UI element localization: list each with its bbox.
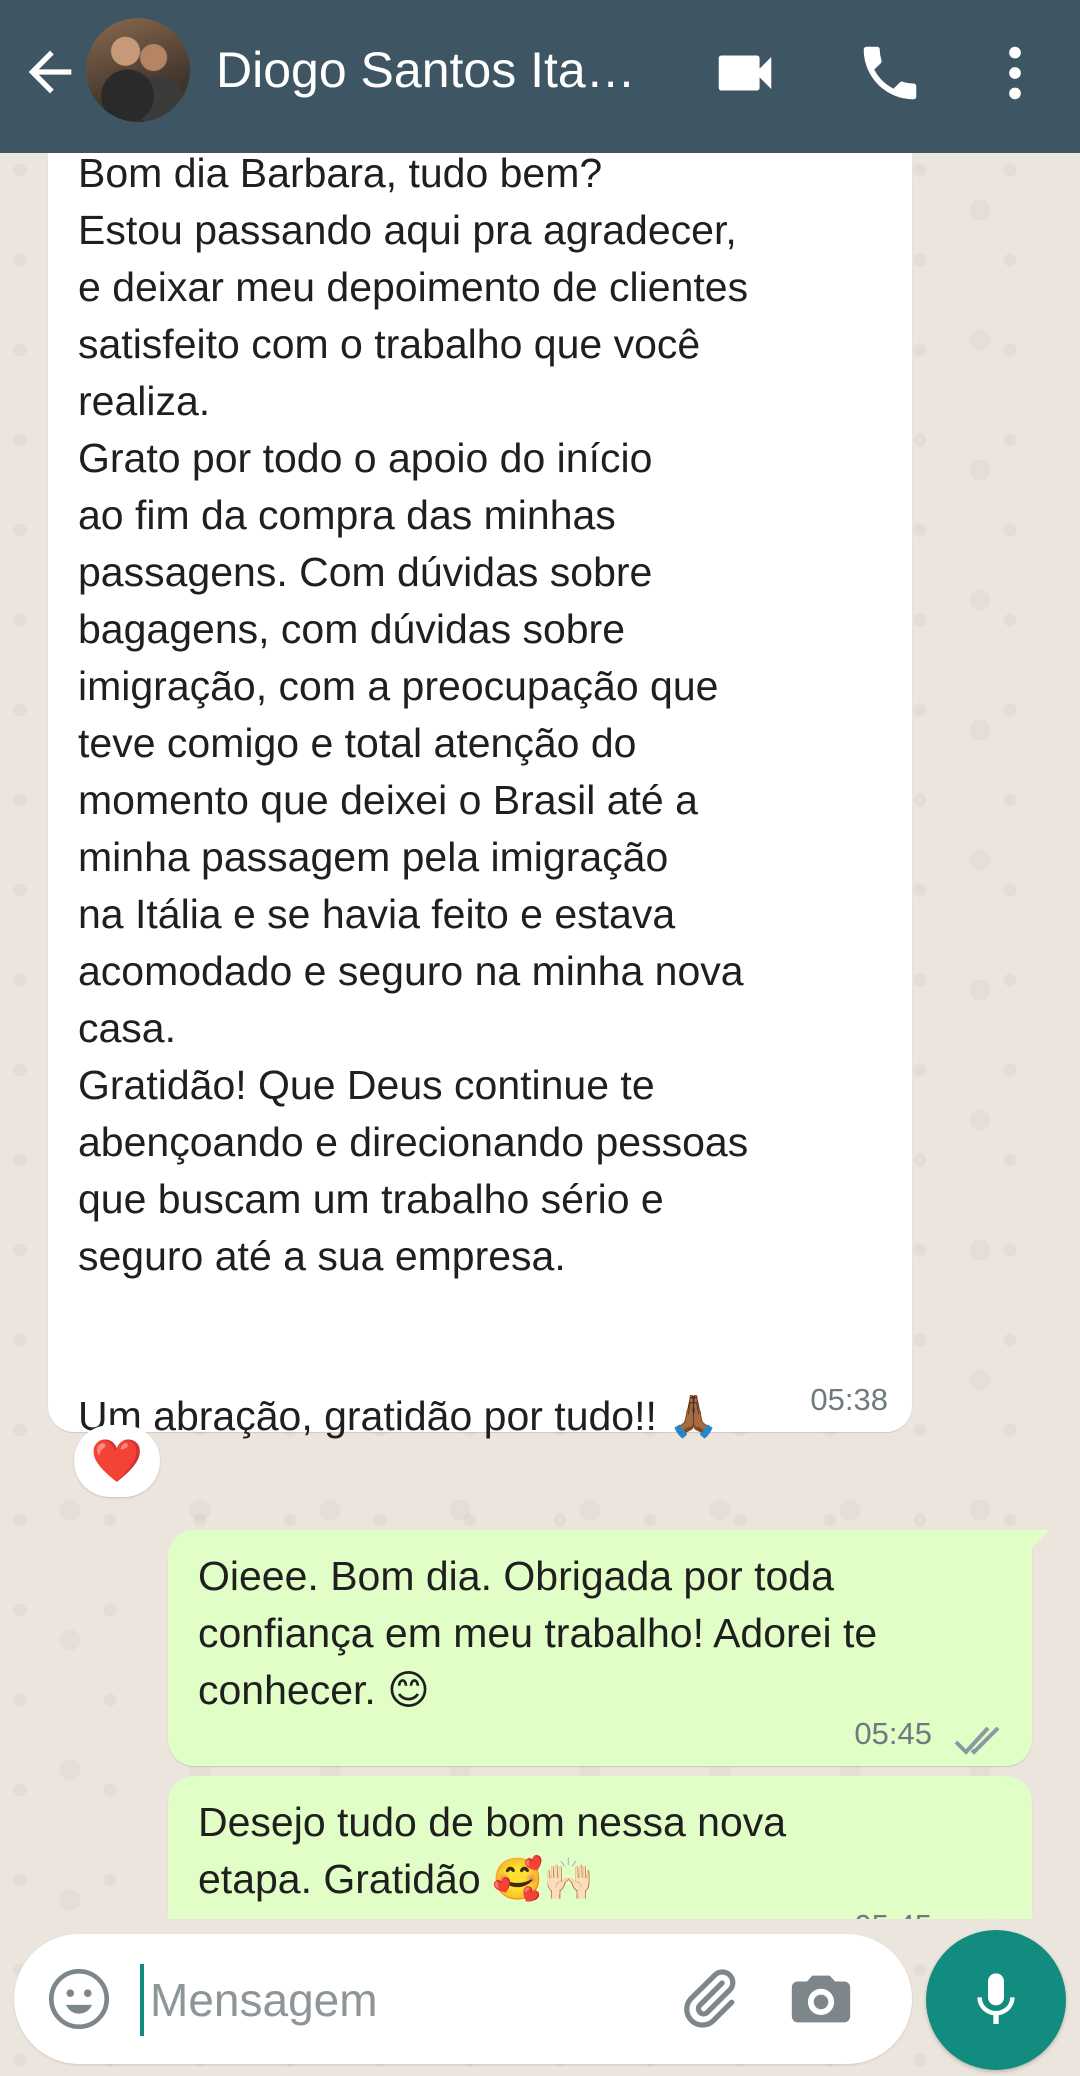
bubble-tail	[1028, 1530, 1050, 1552]
message-text: Desejo tudo de bom nessa nova etapa. Gra…	[198, 1799, 787, 1902]
chat-header: Diogo Santos Ita…	[0, 0, 1080, 153]
message-time: 05:38	[810, 1382, 888, 1417]
outgoing-message[interactable]: Oieee. Bom dia. Obrigada por toda confia…	[168, 1530, 1050, 1766]
heart-icon: ❤️	[90, 1437, 144, 1484]
incoming-message[interactable]: Bom dia Barbara, tudo bem? Estou passand…	[48, 153, 912, 1439]
contact-avatar[interactable]	[86, 18, 190, 122]
message-input[interactable]	[140, 1964, 672, 2036]
message-time: 05:45	[854, 1906, 932, 1919]
read-ticks-icon	[954, 1908, 1006, 1919]
message-time: 05:45	[854, 1716, 932, 1751]
camera-icon[interactable]	[786, 1964, 856, 2034]
mic-button[interactable]	[926, 1930, 1066, 2070]
message-composer	[14, 1934, 912, 2064]
phone-icon[interactable]	[855, 38, 925, 108]
more-vert-icon[interactable]	[980, 38, 1050, 108]
back-arrow-icon[interactable]	[18, 40, 82, 104]
message-list[interactable]: Bom dia Barbara, tudo bem? Estou passand…	[0, 153, 1080, 1919]
heart-reaction[interactable]: ❤️	[74, 1425, 160, 1497]
message-text: Oieee. Bom dia. Obrigada por toda confia…	[198, 1553, 878, 1713]
message-text-closing: Um abração, gratidão por tudo!! 🙏🏾	[78, 1393, 720, 1439]
outgoing-message[interactable]: Desejo tudo de bom nessa nova etapa. Gra…	[168, 1776, 1032, 1919]
attach-icon[interactable]	[674, 1964, 744, 2034]
emoji-icon[interactable]	[44, 1964, 114, 2034]
read-ticks-icon	[954, 1716, 1006, 1773]
mic-icon	[977, 1973, 1015, 2024]
video-call-icon[interactable]	[710, 38, 780, 108]
message-text: Bom dia Barbara, tudo bem? Estou passand…	[78, 153, 749, 1279]
contact-name[interactable]: Diogo Santos Ita…	[216, 40, 686, 100]
